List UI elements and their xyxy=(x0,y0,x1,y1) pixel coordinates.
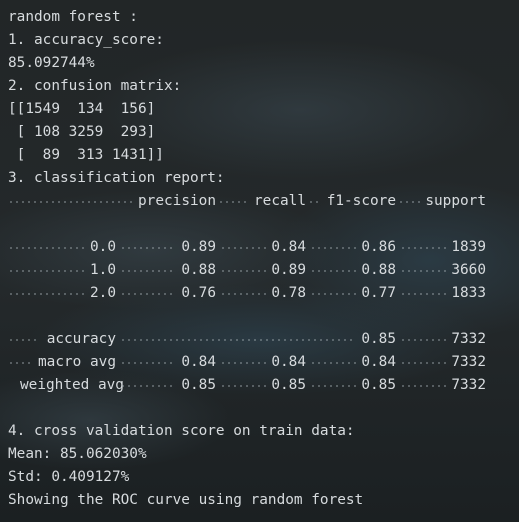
support-value: 1833 xyxy=(451,285,486,301)
accuracy-support: 7332 xyxy=(451,331,486,347)
confusion-row: [ 89 313 1431]] xyxy=(8,147,164,163)
f1-value: 0.88 xyxy=(361,262,396,278)
f1-value: 0.85 xyxy=(361,377,396,393)
f1-value: 0.84 xyxy=(361,354,396,370)
support-value: 7332 xyxy=(451,377,486,393)
header-precision: precision xyxy=(138,193,216,209)
recall-value: 0.84 xyxy=(271,354,306,370)
report-class-row: 0.0 0.89 0.84 0.86 1839 xyxy=(0,236,519,259)
report-class-row: 2.0 0.76 0.78 0.77 1833 xyxy=(0,282,519,305)
terminal-output: random forest : 1. accuracy_score: 85.09… xyxy=(0,0,519,522)
class-label: 0.0 xyxy=(90,239,116,255)
class-label: 2.0 xyxy=(90,285,116,301)
report-weighted-avg-row: weighted avg 0.85 0.85 0.85 7332 xyxy=(0,374,519,397)
precision-value: 0.88 xyxy=(181,262,216,278)
roc-message: Showing the ROC curve using random fores… xyxy=(8,492,364,508)
model-title: random forest : xyxy=(8,9,138,25)
accuracy-label: accuracy xyxy=(46,331,116,347)
support-value: 7332 xyxy=(451,354,486,370)
report-class-row: 1.0 0.88 0.89 0.88 3660 xyxy=(0,259,519,282)
confusion-row: [ 108 3259 293] xyxy=(8,124,156,140)
macro-avg-label: macro avg xyxy=(38,354,116,370)
report-header-row: precision recall f1-score support xyxy=(0,190,519,213)
precision-value: 0.84 xyxy=(181,354,216,370)
confusion-row: [[1549 134 156] xyxy=(8,101,156,117)
f1-value: 0.77 xyxy=(361,285,396,301)
whitespace-dots xyxy=(8,201,132,203)
report-macro-avg-row: macro avg 0.84 0.84 0.84 7332 xyxy=(0,351,519,374)
recall-value: 0.89 xyxy=(271,262,306,278)
precision-value: 0.89 xyxy=(181,239,216,255)
class-label: 1.0 xyxy=(90,262,116,278)
header-f1: f1-score xyxy=(326,193,396,209)
report-section-label: 3. classification report: xyxy=(8,170,225,186)
weighted-avg-label: weighted avg xyxy=(20,377,124,393)
recall-value: 0.84 xyxy=(271,239,306,255)
recall-value: 0.85 xyxy=(271,377,306,393)
confusion-section-label: 2. confusion matrix: xyxy=(8,78,182,94)
precision-value: 0.85 xyxy=(181,377,216,393)
cv-std: Std: 0.409127% xyxy=(8,469,130,485)
cv-mean: Mean: 85.062030% xyxy=(8,446,147,462)
support-value: 3660 xyxy=(451,262,486,278)
recall-value: 0.78 xyxy=(271,285,306,301)
header-support: support xyxy=(425,193,486,209)
report-accuracy-row: accuracy 0.85 7332 xyxy=(0,328,519,351)
cv-section-label: 4. cross validation score on train data: xyxy=(8,423,355,439)
accuracy-f1: 0.85 xyxy=(361,331,396,347)
accuracy-section-label: 1. accuracy_score: xyxy=(8,32,164,48)
support-value: 1839 xyxy=(451,239,486,255)
header-recall: recall xyxy=(254,193,306,209)
accuracy-value: 85.092744% xyxy=(8,55,95,71)
f1-value: 0.86 xyxy=(361,239,396,255)
precision-value: 0.76 xyxy=(181,285,216,301)
